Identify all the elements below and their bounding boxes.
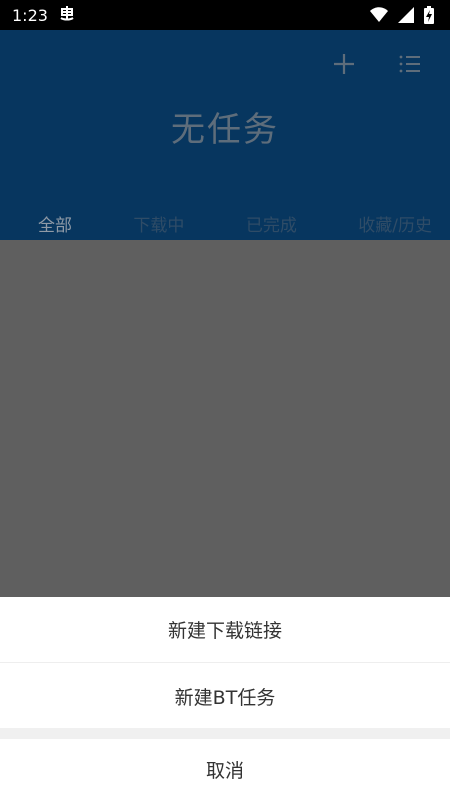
app-header: 无任务 全部 下载中 已完成 收藏/历史 bbox=[0, 30, 450, 240]
bug-notification-icon bbox=[58, 4, 76, 26]
battery-charging-icon bbox=[424, 6, 434, 24]
header-actions bbox=[328, 48, 426, 80]
bottom-sheet: 新建下载链接 新建BT任务 取消 bbox=[0, 597, 450, 799]
sheet-divider bbox=[0, 728, 450, 739]
empty-state-title: 无任务 bbox=[171, 110, 279, 150]
menu-list-icon bbox=[398, 52, 422, 76]
menu-button[interactable] bbox=[394, 48, 426, 80]
status-time: 1:23 bbox=[12, 5, 48, 25]
plus-icon bbox=[332, 52, 356, 76]
tab-favorites-history[interactable]: 收藏/历史 bbox=[358, 211, 432, 236]
status-bar: 1:23 bbox=[0, 0, 450, 30]
dimmed-content-area[interactable] bbox=[0, 240, 450, 597]
cancel-button[interactable]: 取消 bbox=[0, 739, 450, 799]
new-bt-task-button[interactable]: 新建BT任务 bbox=[0, 664, 450, 728]
tab-bar: 全部 下载中 已完成 收藏/历史 bbox=[0, 206, 450, 240]
wifi-icon bbox=[370, 7, 388, 23]
tab-all[interactable]: 全部 bbox=[38, 211, 72, 236]
signal-icon bbox=[398, 7, 414, 23]
status-right bbox=[370, 6, 434, 24]
tab-downloading[interactable]: 下载中 bbox=[133, 211, 184, 236]
tab-completed[interactable]: 已完成 bbox=[246, 211, 297, 236]
status-left: 1:23 bbox=[12, 4, 76, 26]
add-task-button[interactable] bbox=[328, 48, 360, 80]
new-download-link-button[interactable]: 新建下载链接 bbox=[0, 597, 450, 663]
